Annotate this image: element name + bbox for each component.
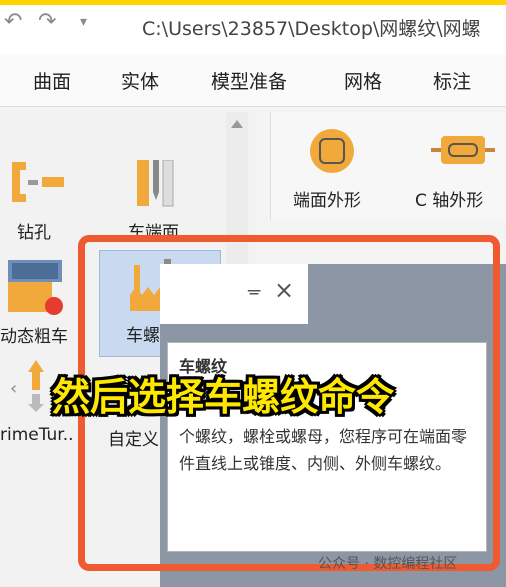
face-turn-icon[interactable] xyxy=(135,160,175,208)
primeturning-label: rimeTur.. xyxy=(0,425,74,445)
undo-icon[interactable]: ↶ xyxy=(4,9,22,34)
redo-icon[interactable]: ↷ xyxy=(38,9,56,34)
svg-text:‹: ‹ xyxy=(10,378,17,399)
dynamic-rough-icon[interactable] xyxy=(8,260,68,316)
scroll-up-icon[interactable] xyxy=(231,120,243,128)
menu-surface[interactable]: 曲面 xyxy=(33,67,71,94)
contour-panel: 端面外形 C 轴外形 xyxy=(270,112,506,220)
menu-mesh[interactable]: 网格 xyxy=(344,67,382,94)
end-profile-label: 端面外形 xyxy=(293,191,361,211)
drill-label: 钻孔 xyxy=(17,223,51,243)
title-bar: ↶ ↷ ▾ C:\Users\23857\Desktop\网螺纹\网螺 xyxy=(0,0,506,54)
primeturning-icon[interactable]: ‹ xyxy=(10,360,54,412)
title-accent-line xyxy=(0,0,506,5)
drill-icon[interactable] xyxy=(12,162,68,206)
window-title: C:\Users\23857\Desktop\网螺纹\网螺 xyxy=(142,18,481,40)
menu-bar: 曲面 实体 模型准备 网格 标注 xyxy=(0,54,506,107)
c-axis-contour-icon[interactable] xyxy=(431,132,495,168)
tutorial-caption: 然后选择车螺纹命令 xyxy=(52,375,395,419)
end-profile-icon[interactable] xyxy=(309,128,355,174)
c-axis-contour-label: C 轴外形 xyxy=(415,191,484,211)
menu-annotate[interactable]: 标注 xyxy=(433,67,471,94)
watermark: 公众号 · 数控编程社区 xyxy=(318,556,458,572)
dynamic-rough-label: 动态粗车 xyxy=(0,327,68,347)
dropdown-icon[interactable]: ▾ xyxy=(80,14,87,30)
menu-model-prep[interactable]: 模型准备 xyxy=(211,67,287,94)
menu-solid[interactable]: 实体 xyxy=(121,67,159,94)
